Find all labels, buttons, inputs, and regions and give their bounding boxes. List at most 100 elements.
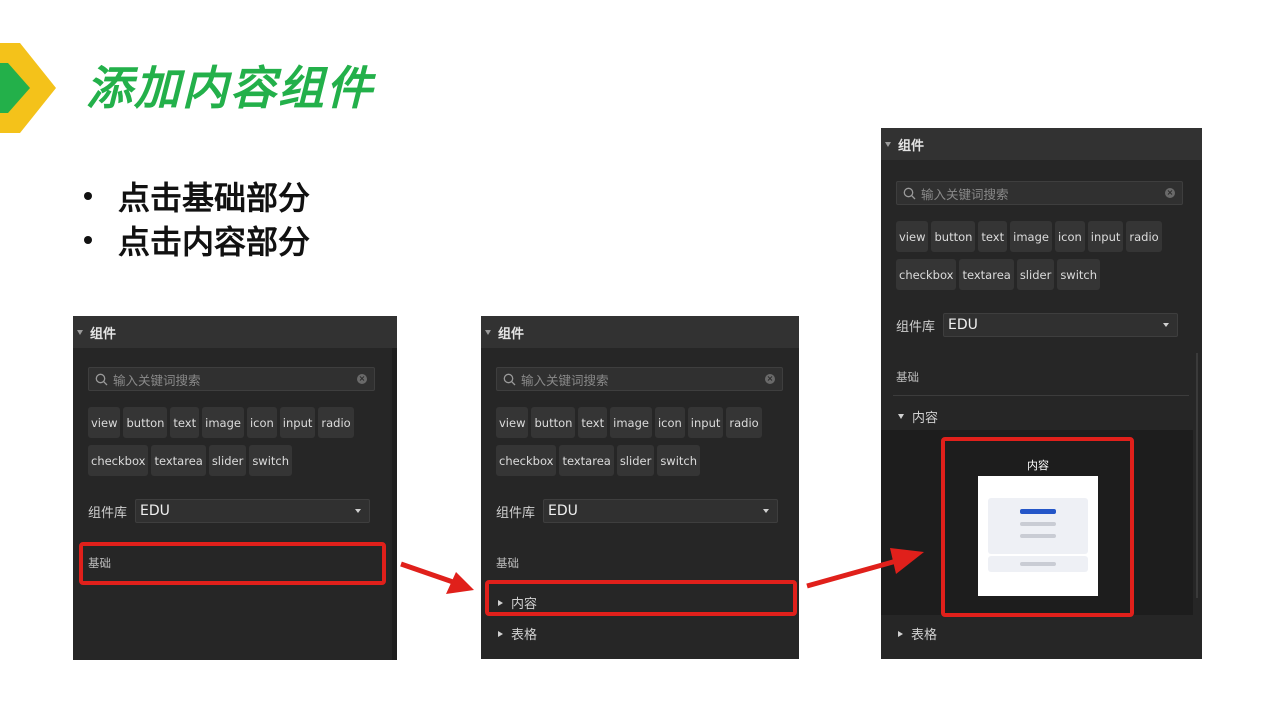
search-icon — [903, 187, 916, 199]
component-tag[interactable]: text — [978, 221, 1008, 252]
panel-header[interactable]: 组件 — [73, 316, 397, 348]
search-input[interactable]: 输入关键词搜索 × — [896, 181, 1183, 205]
panel-header-label: 组件 — [498, 326, 525, 342]
dropdown-caret-icon — [355, 509, 362, 513]
bullet-text: 点击基础部分 — [118, 179, 311, 217]
highlight-box — [485, 580, 797, 616]
item-table[interactable]: 表格 — [898, 624, 937, 643]
component-tag[interactable]: image — [610, 407, 652, 438]
search-input[interactable]: 输入关键词搜索 × — [496, 367, 783, 391]
search-icon — [503, 373, 516, 385]
tag-row: checkbox textarea slider switch — [88, 445, 388, 476]
component-tag[interactable]: input — [279, 407, 316, 438]
library-row: 组件库 EDU — [496, 499, 779, 523]
component-tag[interactable]: input — [1087, 221, 1124, 252]
component-tag[interactable]: icon — [1054, 221, 1085, 252]
panel-header[interactable]: 组件 — [881, 128, 1202, 160]
component-panel-step3: 组件 输入关键词搜索 × view button text image icon… — [881, 128, 1202, 659]
search-placeholder: 输入关键词搜索 — [521, 372, 609, 388]
tag-row: checkbox textarea slider switch — [496, 445, 796, 476]
component-tag[interactable]: image — [202, 407, 244, 438]
clear-icon[interactable]: × — [765, 374, 775, 384]
bullet-item: 点击内容部分 — [84, 218, 310, 262]
library-select[interactable]: EDU — [943, 313, 1179, 337]
tag-row: view button text image icon input radio — [88, 407, 388, 438]
component-tag[interactable]: checkbox — [496, 445, 557, 476]
logo-chevron-icon — [0, 43, 56, 133]
library-row: 组件库 EDU — [896, 313, 1179, 337]
item-table[interactable]: 表格 — [498, 624, 537, 643]
component-panel-step2: 组件 输入关键词搜索 × view button text image icon… — [481, 316, 799, 659]
highlight-box — [941, 437, 1134, 617]
section-basic[interactable]: 基础 — [496, 555, 519, 571]
search-input[interactable]: 输入关键词搜索 × — [88, 367, 375, 391]
component-tag[interactable]: radio — [1126, 221, 1162, 252]
clear-icon[interactable]: × — [1165, 188, 1175, 198]
component-tag[interactable]: view — [896, 221, 929, 252]
component-tag[interactable]: textarea — [959, 259, 1014, 290]
expanded-triangle-icon — [898, 414, 904, 419]
dropdown-caret-icon — [1163, 323, 1170, 327]
library-row: 组件库 EDU — [88, 499, 371, 523]
tag-row: view button text image icon input radio — [496, 407, 796, 438]
section-basic[interactable]: 基础 — [896, 369, 919, 385]
component-tag[interactable]: radio — [318, 407, 354, 438]
search-placeholder: 输入关键词搜索 — [113, 372, 201, 388]
search-icon — [95, 373, 108, 385]
library-value: EDU — [948, 317, 978, 333]
component-tag[interactable]: button — [531, 407, 576, 438]
library-value: EDU — [140, 503, 170, 519]
collapse-triangle-icon — [885, 141, 891, 147]
collapse-triangle-icon — [485, 329, 491, 335]
component-tag[interactable]: textarea — [151, 445, 206, 476]
bullet-text: 点击内容部分 — [118, 223, 311, 261]
component-tag[interactable]: slider — [616, 445, 655, 476]
component-tag[interactable]: switch — [249, 445, 293, 476]
bullet-dot — [84, 192, 92, 200]
component-tag[interactable]: text — [578, 407, 608, 438]
component-tag[interactable]: checkbox — [88, 445, 149, 476]
collapse-triangle-icon — [77, 329, 83, 335]
component-tag[interactable]: switch — [1057, 259, 1101, 290]
library-select[interactable]: EDU — [135, 499, 371, 523]
panel-header-label: 组件 — [90, 326, 117, 342]
item-table-label: 表格 — [511, 628, 538, 643]
panel-header[interactable]: 组件 — [481, 316, 799, 348]
expand-triangle-icon — [898, 630, 903, 637]
component-tag[interactable]: button — [123, 407, 168, 438]
component-tag[interactable]: switch — [657, 445, 701, 476]
component-tag[interactable]: input — [687, 407, 724, 438]
component-tag[interactable]: textarea — [559, 445, 614, 476]
dropdown-caret-icon — [763, 509, 770, 513]
panel-header-label: 组件 — [898, 138, 925, 154]
component-tag[interactable]: slider — [1016, 259, 1055, 290]
component-tag[interactable]: checkbox — [896, 259, 957, 290]
item-content[interactable]: 内容 — [898, 407, 938, 426]
component-tag[interactable]: slider — [208, 445, 247, 476]
panel-divider — [392, 316, 397, 660]
bullet-list: 点击基础部分 点击内容部分 — [84, 174, 310, 262]
item-content-label: 内容 — [912, 411, 939, 426]
component-tag[interactable]: view — [496, 407, 529, 438]
highlight-box — [79, 542, 386, 585]
library-label: 组件库 — [896, 319, 936, 335]
clear-icon[interactable]: × — [357, 374, 367, 384]
component-tag[interactable]: icon — [654, 407, 685, 438]
scrollbar[interactable] — [1196, 353, 1198, 598]
library-label: 组件库 — [88, 505, 128, 521]
component-panel-step1: 组件 输入关键词搜索 × view button text image icon… — [73, 316, 397, 660]
library-label: 组件库 — [496, 505, 536, 521]
component-tag[interactable]: text — [170, 407, 200, 438]
component-tag[interactable]: image — [1010, 221, 1052, 252]
arrow-icon — [806, 548, 924, 589]
tag-row: view button text image icon input radio — [896, 221, 1196, 252]
component-tag[interactable]: view — [88, 407, 121, 438]
library-select[interactable]: EDU — [543, 499, 779, 523]
search-placeholder: 输入关键词搜索 — [921, 186, 1009, 202]
component-tag[interactable]: button — [931, 221, 976, 252]
component-tag[interactable]: radio — [726, 407, 762, 438]
bullet-item: 点击基础部分 — [84, 174, 310, 218]
arrow-icon — [400, 561, 474, 594]
component-tag[interactable]: icon — [246, 407, 277, 438]
section-divider — [893, 395, 1189, 396]
